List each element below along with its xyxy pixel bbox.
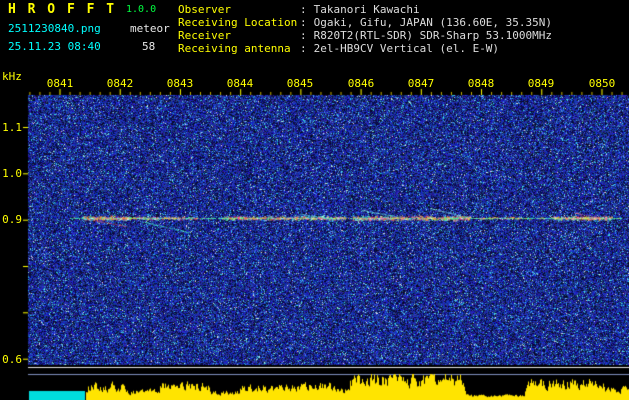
time-label: 0843	[166, 77, 194, 90]
freq-tick-label: 0.6	[2, 353, 22, 366]
capture-datetime: 25.11.23 08:40	[8, 40, 101, 53]
time-label: 0849	[527, 77, 555, 90]
info-value: Ogaki, Gifu, JAPAN (136.60E, 35.35N)	[313, 16, 553, 29]
hrofft-screen: H R O F F T 1.0.0 2511230840.png meteor …	[0, 0, 629, 400]
info-separator: :	[300, 16, 307, 29]
time-label: 0848	[467, 77, 495, 90]
info-separator: :	[300, 42, 307, 55]
freq-tick-label: 1.1	[2, 121, 22, 134]
info-separator: :	[300, 29, 307, 42]
info-row-observer: Observer : Takanori Kawachi	[178, 3, 552, 16]
app-title: H R O F F T	[8, 2, 117, 17]
info-row-receiver: Receiver : R820T2(RTL-SDR) SDR-Sharp 53.…	[178, 29, 552, 42]
info-label: Receiving Location	[178, 16, 298, 29]
time-label: 0841	[46, 77, 74, 90]
time-label: 0846	[347, 77, 375, 90]
info-separator: :	[300, 3, 307, 16]
info-row-antenna: Receiving antenna : 2el-HB9CV Vertical (…	[178, 42, 552, 55]
time-label: 0847	[407, 77, 435, 90]
info-value: 2el-HB9CV Vertical (el. E-W)	[313, 42, 500, 55]
app-version: 1.0.0	[126, 4, 157, 15]
station-info: Observer : Takanori Kawachi Receiving Lo…	[178, 3, 552, 55]
mode-label: meteor	[130, 22, 170, 35]
freq-tick-label: 1.0	[2, 167, 22, 180]
time-label: 0845	[286, 77, 314, 90]
info-label: Receiver	[178, 29, 231, 42]
time-label: 0842	[106, 77, 134, 90]
output-file-name: 2511230840.png	[8, 22, 101, 35]
spectrogram-canvas	[0, 70, 629, 400]
info-row-location: Receiving Location : Ogaki, Gifu, JAPAN …	[178, 16, 552, 29]
time-label: 0844	[226, 77, 254, 90]
freq-unit-label: kHz	[2, 70, 22, 83]
info-value: R820T2(RTL-SDR) SDR-Sharp 53.1000MHz	[313, 29, 553, 42]
info-label: Receiving antenna	[178, 42, 291, 55]
time-label: 0850	[588, 77, 616, 90]
capture-count: 58	[142, 40, 156, 53]
info-label: Observer	[178, 3, 231, 16]
freq-tick-label: 0.9	[2, 213, 22, 226]
info-value: Takanori Kawachi	[313, 3, 420, 16]
